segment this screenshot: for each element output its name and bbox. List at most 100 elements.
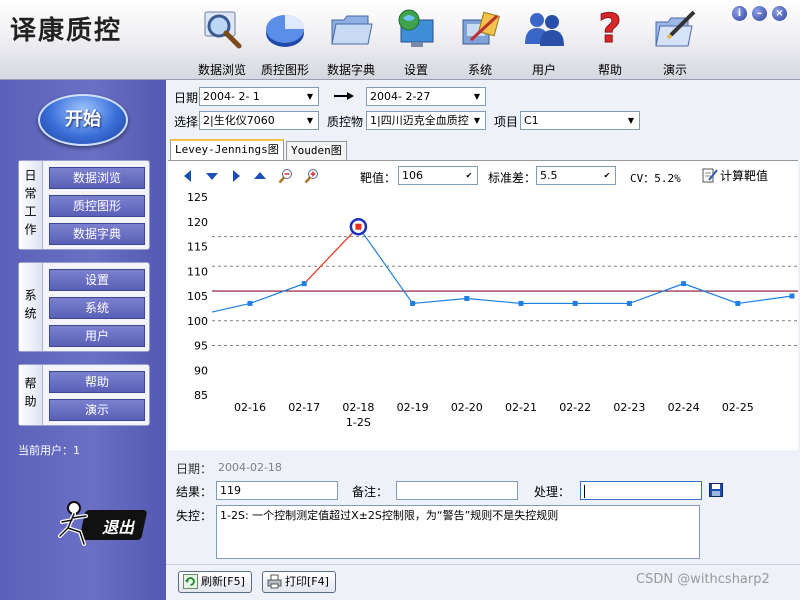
toolbar-help-button[interactable]: ? 帮助: [580, 4, 640, 78]
x-tick-rule-label: 1-2S: [346, 416, 371, 429]
dropdown-arrow-icon[interactable]: ▼: [623, 112, 639, 129]
dropdown-arrow-icon[interactable]: ▼: [302, 112, 318, 129]
printer-icon: [267, 574, 282, 589]
toolbar-label: 用户: [531, 63, 556, 77]
app-title: 译康质控: [10, 16, 123, 46]
next-icon[interactable]: [228, 168, 244, 184]
tab-levey-jennings[interactable]: Levey-Jennings图: [170, 139, 284, 160]
toolbar-data-dictionary-button[interactable]: 数据字典: [321, 4, 381, 77]
folder-pen-icon: [655, 10, 696, 47]
main-panel: 日期 2004- 2- 1 ▼ 2004- 2-27 ▼ 选择 2|生化仪706…: [166, 80, 800, 600]
start-button[interactable]: 开始: [38, 94, 128, 146]
y-tick-label: 100: [187, 315, 208, 328]
series-segment: [211, 302, 251, 313]
series-segment: [466, 297, 522, 305]
info-button[interactable]: i: [732, 6, 747, 21]
system-tools-icon: [462, 11, 500, 45]
zoom-in-icon[interactable]: [304, 168, 320, 184]
toolbar-users-button[interactable]: 用户: [514, 4, 574, 77]
series-segment: [357, 226, 414, 304]
dropdown-arrow-icon[interactable]: ▼: [469, 112, 485, 129]
dropdown-arrow-icon[interactable]: ▼: [469, 88, 485, 105]
y-tick-label: 120: [187, 216, 208, 229]
series-segment: [683, 283, 739, 304]
x-tick-label: 02-17: [288, 401, 320, 414]
item-select[interactable]: C1 ▼: [520, 111, 640, 130]
handling-field[interactable]: [580, 481, 702, 500]
toolbar-label: 系统: [467, 63, 492, 77]
check-icon[interactable]: ✔: [461, 167, 477, 184]
toolbar-demo-button[interactable]: 演示: [645, 4, 705, 77]
refresh-button[interactable]: 刷新[F5]: [178, 571, 252, 593]
magnifier-icon: [204, 11, 242, 49]
zoom-out-icon[interactable]: [278, 168, 294, 184]
y-tick-label: 90: [194, 364, 208, 377]
data-point: [681, 281, 687, 287]
x-tick-label: 02-25: [722, 401, 754, 414]
x-tick-label: 02-24: [668, 401, 700, 414]
x-tick-label: 02-22: [559, 401, 591, 414]
target-value-select[interactable]: 106 ✔: [398, 166, 478, 185]
minimize-button[interactable]: –: [752, 6, 767, 21]
app-header: 译康质控 数据浏览 质控图形 数据字典 设置 系统 用户 ? 帮助 演示 i –…: [0, 0, 800, 80]
sidebar-item-qc-chart[interactable]: 质控图形: [49, 195, 145, 217]
sidebar-item-demo[interactable]: 演示: [49, 399, 145, 421]
up-icon[interactable]: [252, 168, 268, 184]
calculate-target-label: 计算靶值: [720, 169, 769, 183]
check-icon[interactable]: ✔: [599, 167, 615, 184]
logout-button[interactable]: 退出: [58, 498, 154, 548]
y-tick-label: 85: [194, 389, 208, 402]
pie-chart-icon: [266, 15, 304, 47]
chart-panel: 靶值： 106 ✔ 标准差： 5.5 ✔ CV：5.2% 计算靶值 85 90 95…: [168, 160, 798, 450]
date-from-value: 2004- 2- 1: [203, 90, 260, 103]
series-segment: [303, 226, 359, 285]
watermark: CSDN @withcsharp2: [636, 572, 770, 587]
down-icon[interactable]: [204, 168, 220, 184]
out-of-control-label: 失控：: [176, 509, 213, 523]
data-point: [626, 300, 632, 306]
save-icon[interactable]: [709, 483, 723, 497]
handling-label: 处理：: [534, 485, 571, 499]
result-label: 结果：: [176, 485, 213, 499]
toolbar-qc-chart-button[interactable]: 质控图形: [255, 4, 315, 77]
arrow-right-icon: [334, 92, 354, 100]
result-field[interactable]: 119: [216, 481, 338, 500]
toolbar-label: 质控图形: [260, 63, 309, 77]
remark-field[interactable]: [396, 481, 518, 500]
out-of-control-text[interactable]: 1-2S: 一个控制测定值超过X±2S控制限，为“警告”规则不是失控规则: [216, 505, 700, 559]
levey-jennings-chart: 85 90 95 100 105 110 115 120 125 02-16 02-17 02-18 1…: [187, 193, 798, 429]
item-label: 项目: [494, 115, 519, 129]
sidebar-group-system: 系统 设置 系统 用户: [18, 262, 150, 352]
print-label: 打印[F4]: [285, 575, 329, 588]
instrument-select[interactable]: 2|生化仪7060 ▼: [199, 111, 319, 130]
sidebar-item-users[interactable]: 用户: [49, 325, 145, 347]
dropdown-arrow-icon[interactable]: ▼: [302, 88, 318, 105]
sidebar-group-title: 帮助: [19, 365, 43, 425]
std-dev-select[interactable]: 5.5 ✔: [536, 166, 616, 185]
toolbar-settings-button[interactable]: 设置: [386, 4, 446, 77]
data-point: [464, 295, 470, 301]
tab-youden[interactable]: Youden图: [286, 141, 347, 160]
sidebar-item-help[interactable]: 帮助: [49, 371, 145, 393]
toolbar-system-button[interactable]: 系统: [450, 4, 510, 77]
sidebar-item-settings[interactable]: 设置: [49, 269, 145, 291]
toolbar-data-browse-button[interactable]: 数据浏览: [192, 4, 252, 77]
data-point: [572, 300, 578, 306]
date-to-picker[interactable]: 2004- 2-27 ▼: [366, 87, 486, 106]
control-material-select[interactable]: 1|四川迈克全血质控 ▼: [366, 111, 486, 130]
target-value-label: 靶值：: [360, 171, 397, 185]
toolbar-label: 帮助: [597, 63, 622, 77]
x-tick-label: 02-19: [397, 401, 429, 414]
print-button[interactable]: 打印[F4]: [262, 571, 336, 593]
target-value: 106: [402, 169, 423, 182]
sidebar-item-data-browse[interactable]: 数据浏览: [49, 167, 145, 189]
std-dev-label: 标准差：: [488, 171, 537, 185]
date-label: 日期: [174, 91, 199, 105]
sidebar-item-system[interactable]: 系统: [49, 297, 145, 319]
y-tick-label: 110: [187, 265, 208, 278]
toolbar-label: 数据浏览: [197, 63, 246, 77]
sidebar-item-data-dictionary[interactable]: 数据字典: [49, 223, 145, 245]
close-button[interactable]: ×: [772, 6, 787, 21]
previous-icon[interactable]: [180, 168, 196, 184]
date-from-picker[interactable]: 2004- 2- 1 ▼: [199, 87, 319, 106]
